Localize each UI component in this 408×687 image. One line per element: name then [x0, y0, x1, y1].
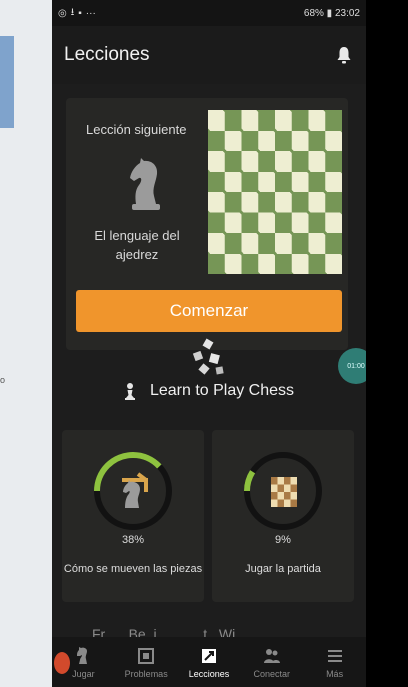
progress-percent-play: 9% — [275, 534, 291, 546]
progress-ring-movement — [94, 452, 172, 530]
status-icons: ◎ ⭳ ▪ ··· — [58, 5, 96, 22]
section-title: Learn to Play Chess — [149, 382, 295, 399]
tab-label-conectar: Conectar — [253, 668, 291, 679]
tab-lecciones[interactable]: Lecciones — [178, 637, 240, 687]
background-right — [366, 0, 408, 687]
tab-mas[interactable]: Más — [304, 637, 366, 687]
play-icon — [77, 646, 88, 664]
puzzle-icon — [138, 647, 155, 664]
knight-icon — [130, 158, 160, 210]
progress-percent-movement: 38% — [121, 534, 145, 546]
tab-label-mas: Más — [326, 668, 344, 679]
course-card-play[interactable]: 9% Jugar la partida — [212, 430, 354, 602]
board-icon — [271, 477, 297, 507]
tab-conectar[interactable]: Conectar — [241, 637, 303, 687]
course-card-movement[interactable]: 38% Cómo se mueven las piezas — [62, 430, 204, 602]
start-button[interactable]: Comenzar — [76, 290, 342, 332]
bell-icon[interactable] — [336, 46, 352, 64]
app-bar: Lecciones — [52, 26, 366, 84]
background-window-header — [0, 36, 14, 128]
progress-ring-play — [244, 452, 322, 530]
download-icon: ⭳ — [70, 6, 75, 18]
lesson-name: El lenguaje del ajedrez — [94, 228, 180, 262]
whatsapp-icon: ◎ — [58, 7, 67, 19]
message-icon: ▪ — [78, 7, 82, 19]
tab-label-problemas: Problemas — [124, 668, 168, 679]
lessons-icon — [201, 648, 216, 663]
more-notifications-icon: ··· — [85, 7, 96, 19]
next-lesson-card[interactable]: Lección siguiente El lenguaje del ajedre… — [66, 98, 348, 350]
pawn-icon — [124, 383, 135, 400]
page-title: Lecciones — [64, 44, 150, 65]
status-bar: ◎ ⭳ ▪ ··· 68% ▮ 23:02 — [52, 0, 366, 26]
bottom-tab-bar: Jugar Problemas Lecciones Conectar Más — [52, 637, 366, 687]
section-header: Learn to Play Chess — [52, 368, 366, 414]
background-window-text: o — [0, 375, 6, 385]
tab-problemas[interactable]: Problemas — [115, 637, 177, 687]
chessboard-preview — [208, 110, 342, 274]
next-lesson-label: Lección siguiente — [86, 122, 187, 137]
tab-label-jugar: Jugar — [72, 668, 95, 679]
status-right: 68% ▮ 23:02 — [303, 7, 360, 19]
course-label-movement: Cómo se mueven las piezas — [63, 563, 203, 575]
phone-screen: ◎ ⭳ ▪ ··· 68% ▮ 23:02 Lecciones Lección … — [52, 0, 366, 687]
tab-label-lecciones: Lecciones — [188, 668, 230, 679]
notification-badge — [54, 652, 70, 674]
connect-icon — [263, 648, 280, 663]
course-label-play: Jugar la partida — [245, 563, 321, 575]
more-icon — [327, 649, 342, 662]
